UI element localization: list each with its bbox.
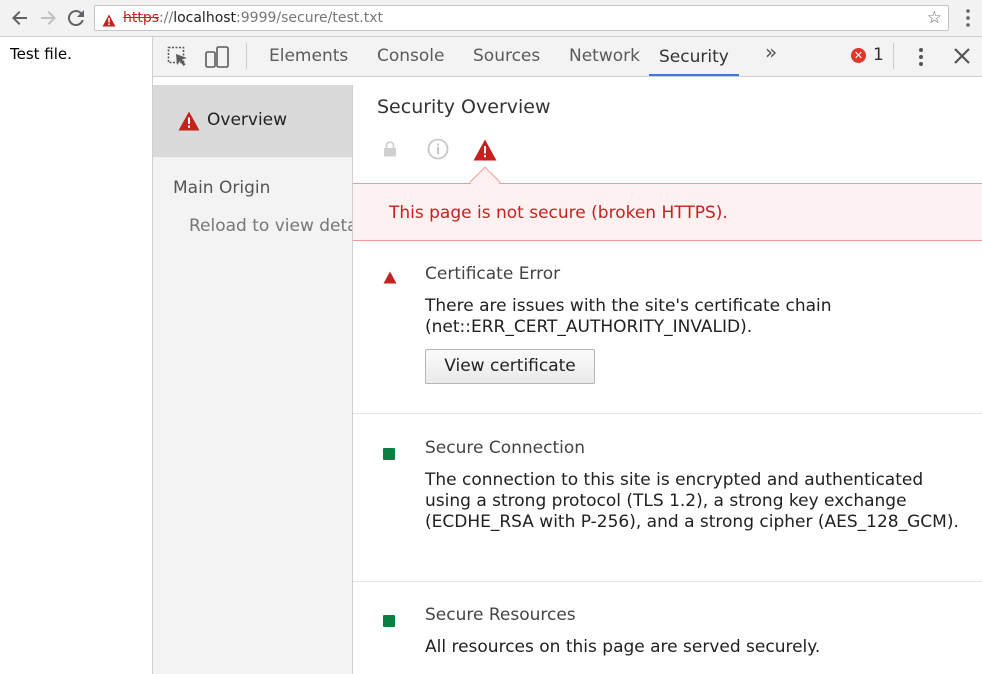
- info-icon[interactable]: [427, 138, 449, 164]
- section-divider: [353, 413, 982, 414]
- more-tabs-icon[interactable]: »: [765, 40, 777, 64]
- error-icon: ✕: [851, 48, 866, 63]
- devtools-tabbar: Elements Console Sources Network Securit…: [153, 37, 982, 77]
- devtools-panel: Elements Console Sources Network Securit…: [152, 37, 982, 674]
- devtools-menu-icon[interactable]: [913, 46, 929, 72]
- bookmark-star-icon[interactable]: ☆: [927, 9, 942, 27]
- tab-sources[interactable]: Sources: [473, 37, 540, 76]
- address-bar[interactable]: https://localhost:9999/secure/test.txt ☆: [94, 5, 949, 31]
- section-title: Secure Resources: [425, 605, 576, 625]
- url-scheme: https: [123, 10, 160, 26]
- toolbar-divider: [246, 43, 247, 69]
- main-origin-reload-hint: Reload to view details: [189, 216, 352, 236]
- page-content: Test file.: [0, 37, 152, 674]
- section-title: Secure Connection: [425, 438, 586, 458]
- section-description: All resources on this page are served se…: [425, 637, 821, 657]
- page-text: Test file.: [10, 45, 72, 63]
- error-count: 1: [873, 45, 884, 65]
- security-sidebar: Overview Main Origin Reload to view deta…: [153, 85, 353, 674]
- security-summary-text: This page is not secure (broken HTTPS).: [389, 203, 728, 223]
- toolbar-divider: [893, 43, 894, 69]
- green-square-icon: [383, 612, 395, 631]
- tab-security[interactable]: Security: [649, 37, 739, 76]
- section-description: There are issues with the site's certifi…: [425, 296, 832, 337]
- tab-network[interactable]: Network: [569, 37, 640, 76]
- section-title: Certificate Error: [425, 264, 561, 284]
- section-description: The connection to this site is encrypted…: [425, 470, 959, 532]
- forward-arrow-icon[interactable]: [36, 6, 60, 30]
- main-origin-heading: Main Origin: [173, 178, 271, 198]
- menu-kebab-icon[interactable]: [960, 7, 976, 29]
- insecure-warning-icon[interactable]: [473, 139, 497, 165]
- url-separator: ://: [159, 10, 174, 26]
- not-secure-warning-icon[interactable]: [102, 11, 116, 35]
- security-overview-panel: Security Overview This page is not secur…: [353, 77, 982, 674]
- browser-toolbar: https://localhost:9999/secure/test.txt ☆: [0, 0, 982, 37]
- back-arrow-icon[interactable]: [8, 6, 32, 30]
- tab-elements[interactable]: Elements: [269, 37, 348, 76]
- red-triangle-icon: [383, 269, 397, 288]
- tab-console[interactable]: Console: [377, 37, 445, 76]
- section-divider: [353, 581, 982, 582]
- device-toolbar-icon[interactable]: [205, 46, 231, 72]
- warning-icon: [178, 111, 200, 135]
- lock-icon[interactable]: [383, 141, 397, 161]
- security-summary-banner: This page is not secure (broken HTTPS).: [353, 183, 982, 241]
- sidebar-item-overview[interactable]: Overview: [153, 85, 352, 157]
- view-certificate-button[interactable]: View certificate: [425, 349, 595, 384]
- url-host: localhost: [173, 10, 237, 26]
- inspect-element-icon[interactable]: [167, 46, 189, 72]
- green-square-icon: [383, 445, 395, 464]
- reload-icon[interactable]: [64, 6, 88, 30]
- security-overview-title: Security Overview: [377, 96, 551, 118]
- url-path: :9999/secure/test.txt: [236, 10, 383, 26]
- sidebar-item-label: Overview: [207, 110, 288, 130]
- close-devtools-icon[interactable]: [953, 47, 971, 69]
- url-text: https://localhost:9999/secure/test.txt: [123, 6, 383, 30]
